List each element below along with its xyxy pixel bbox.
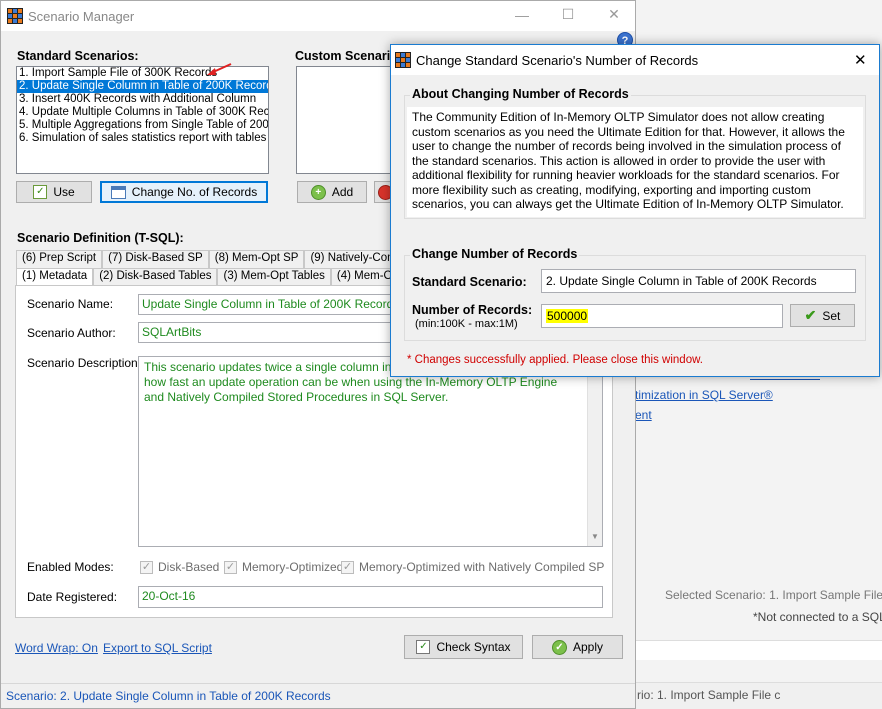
background-statusbar: rio: 1. Import Sample File c [635, 682, 882, 709]
close-button[interactable]: ✕ [604, 6, 624, 23]
checkmark-icon: ✓ [341, 560, 354, 574]
change-records-button[interactable]: Change No. of Records [100, 181, 268, 203]
apply-checkmark-icon: ✓ [551, 639, 567, 655]
titlebar: Scenario Manager — ☐ ✕ [1, 1, 635, 31]
tabs-row-2: (1) Metadata (2) Disk-Based Tables (3) Mem… [16, 268, 430, 286]
maximize-button[interactable]: ☐ [558, 6, 578, 23]
standard-scenario-item[interactable]: 4. Update Multiple Columns in Table of 3… [17, 106, 268, 119]
mode-disk-based-label: Disk-Based [158, 560, 220, 574]
mode-disk-based-checkbox[interactable]: ✓ Disk-Based [140, 560, 219, 574]
change-records-dialog: Change Standard Scenario's Number of Rec… [390, 44, 880, 377]
about-text: The Community Edition of In-Memory OLTP … [407, 107, 863, 217]
standard-scenario-item[interactable]: 6. Simulation of sales statistics report… [17, 132, 268, 145]
use-icon: ✓ [33, 185, 48, 199]
mode-memory-optimized-checkbox[interactable]: ✓ Memory-Optimized [224, 560, 343, 574]
selected-scenario-text: Selected Scenario: 1. Import Sample File… [665, 588, 882, 602]
app-grid-icon [395, 52, 411, 68]
set-button[interactable]: ✔ Set [790, 304, 855, 327]
change-records-label: Change No. of Records [131, 185, 258, 199]
number-of-records-input[interactable]: 500000 [541, 304, 783, 328]
standard-scenario-item[interactable]: 3. Insert 400K Records with Additional C… [17, 93, 268, 106]
set-button-label: Set [822, 308, 841, 323]
use-button[interactable]: ✓ Use [16, 181, 92, 203]
standard-scenarios-label: Standard Scenarios: [17, 49, 139, 63]
tab-item[interactable]: (2) Disk-Based Tables [93, 268, 218, 286]
background-link-ent[interactable]: ent [635, 408, 652, 422]
scenario-author-label: Scenario Author: [27, 326, 116, 340]
background-panel-divider [635, 640, 882, 660]
check-syntax-icon: ✓ [416, 640, 431, 654]
definition-label: Scenario Definition (T-SQL): [17, 231, 184, 245]
mode-natively-compiled-checkbox[interactable]: ✓ Memory-Optimized with Natively Compiled… [341, 560, 604, 574]
standard-scenario-item[interactable]: 2. Update Single Column in Table of 200K… [17, 80, 268, 93]
add-button-label: Add [331, 185, 354, 199]
mode-memory-optimized-label: Memory-Optimized [242, 560, 344, 574]
add-button[interactable]: + Add [297, 181, 367, 203]
description-scrollbar[interactable]: ▲ ▼ [587, 357, 602, 546]
scenario-name-field[interactable]: Update Single Column in Table of 200K Re… [138, 294, 403, 315]
app-grid-icon [7, 8, 23, 24]
scenario-name-label: Scenario Name: [27, 297, 114, 311]
standard-scenario-item[interactable]: 5. Multiple Aggregations from Single Tab… [17, 119, 268, 132]
dialog-title: Change Standard Scenario's Number of Rec… [416, 53, 699, 68]
tab-item[interactable]: (8) Mem-Opt SP [208, 250, 305, 268]
use-button-label: Use [53, 185, 75, 199]
dialog-close-icon[interactable]: ✕ [854, 51, 867, 69]
success-message: * Changes successfully applied. Please c… [407, 354, 703, 366]
custom-scenarios-label: Custom Scenario [295, 49, 398, 63]
date-registered-label: Date Registered: [27, 590, 118, 604]
enabled-modes-label: Enabled Modes: [27, 560, 114, 574]
custom-scenarios-list[interactable] [296, 66, 396, 174]
scroll-down-arrow-icon[interactable]: ▼ [591, 529, 599, 544]
tabs-row-1: (6) Prep Script (7) Disk-Based SP (8) Mem-… [16, 250, 438, 268]
standard-scenario-field[interactable]: 2. Update Single Column in Table of 200K… [541, 269, 856, 293]
tab-item[interactable]: (3) Mem-Opt Tables [217, 268, 331, 286]
tab-item[interactable]: (6) Prep Script [16, 250, 103, 268]
change-records-groupbox: Change Number of Records Standard Scenar… [404, 247, 866, 341]
table-edit-icon [110, 185, 126, 199]
checkmark-icon: ✔ [804, 307, 817, 323]
standard-scenarios-list[interactable]: 1. Import Sample File of 300K Records 2. … [16, 66, 269, 174]
add-icon: + [310, 184, 326, 200]
scenario-author-field[interactable]: SQLArtBits [138, 322, 403, 343]
status-bar: Scenario: 2. Update Single Column in Tab… [1, 683, 635, 708]
scenario-description-label: Scenario Description: [27, 356, 142, 370]
export-sql-link[interactable]: Export to SQL Script [103, 641, 212, 655]
check-syntax-button[interactable]: ✓ Check Syntax [404, 635, 523, 659]
word-wrap-link[interactable]: Word Wrap: On [15, 641, 98, 655]
dialog-titlebar: Change Standard Scenario's Number of Rec… [391, 45, 879, 75]
apply-button-label: Apply [572, 640, 604, 654]
records-value: 500000 [546, 309, 589, 323]
connection-status-text: *Not connected to a SQL [753, 610, 882, 624]
minimize-button[interactable]: — [512, 7, 532, 23]
number-of-records-label: Number of Records: [412, 303, 533, 317]
apply-button[interactable]: ✓ Apply [532, 635, 623, 659]
tab-item[interactable]: (7) Disk-Based SP [102, 250, 209, 268]
check-syntax-label: Check Syntax [436, 640, 511, 654]
background-link-optimization[interactable]: timization in SQL Server® [635, 388, 773, 402]
scenario-description-field[interactable]: This scenario updates twice a single col… [138, 356, 603, 547]
checkmark-icon: ✓ [140, 560, 153, 574]
records-range-hint: (min:100K - max:1M) [415, 318, 518, 330]
window-title: Scenario Manager [28, 9, 135, 24]
mode-natively-compiled-label: Memory-Optimized with Natively Compiled … [359, 560, 605, 574]
about-title: About Changing Number of Records [410, 87, 631, 101]
date-registered-field[interactable]: 20-Oct-16 [138, 586, 603, 608]
about-groupbox: About Changing Number of Records The Com… [404, 87, 866, 219]
checkmark-icon: ✓ [224, 560, 237, 574]
tab-item[interactable]: (1) Metadata [16, 268, 94, 286]
standard-scenario-label: Standard Scenario: [412, 275, 527, 289]
change-records-title: Change Number of Records [410, 247, 580, 261]
status-text: Scenario: 2. Update Single Column in Tab… [6, 689, 331, 703]
red-arrow-annotation [207, 63, 232, 75]
